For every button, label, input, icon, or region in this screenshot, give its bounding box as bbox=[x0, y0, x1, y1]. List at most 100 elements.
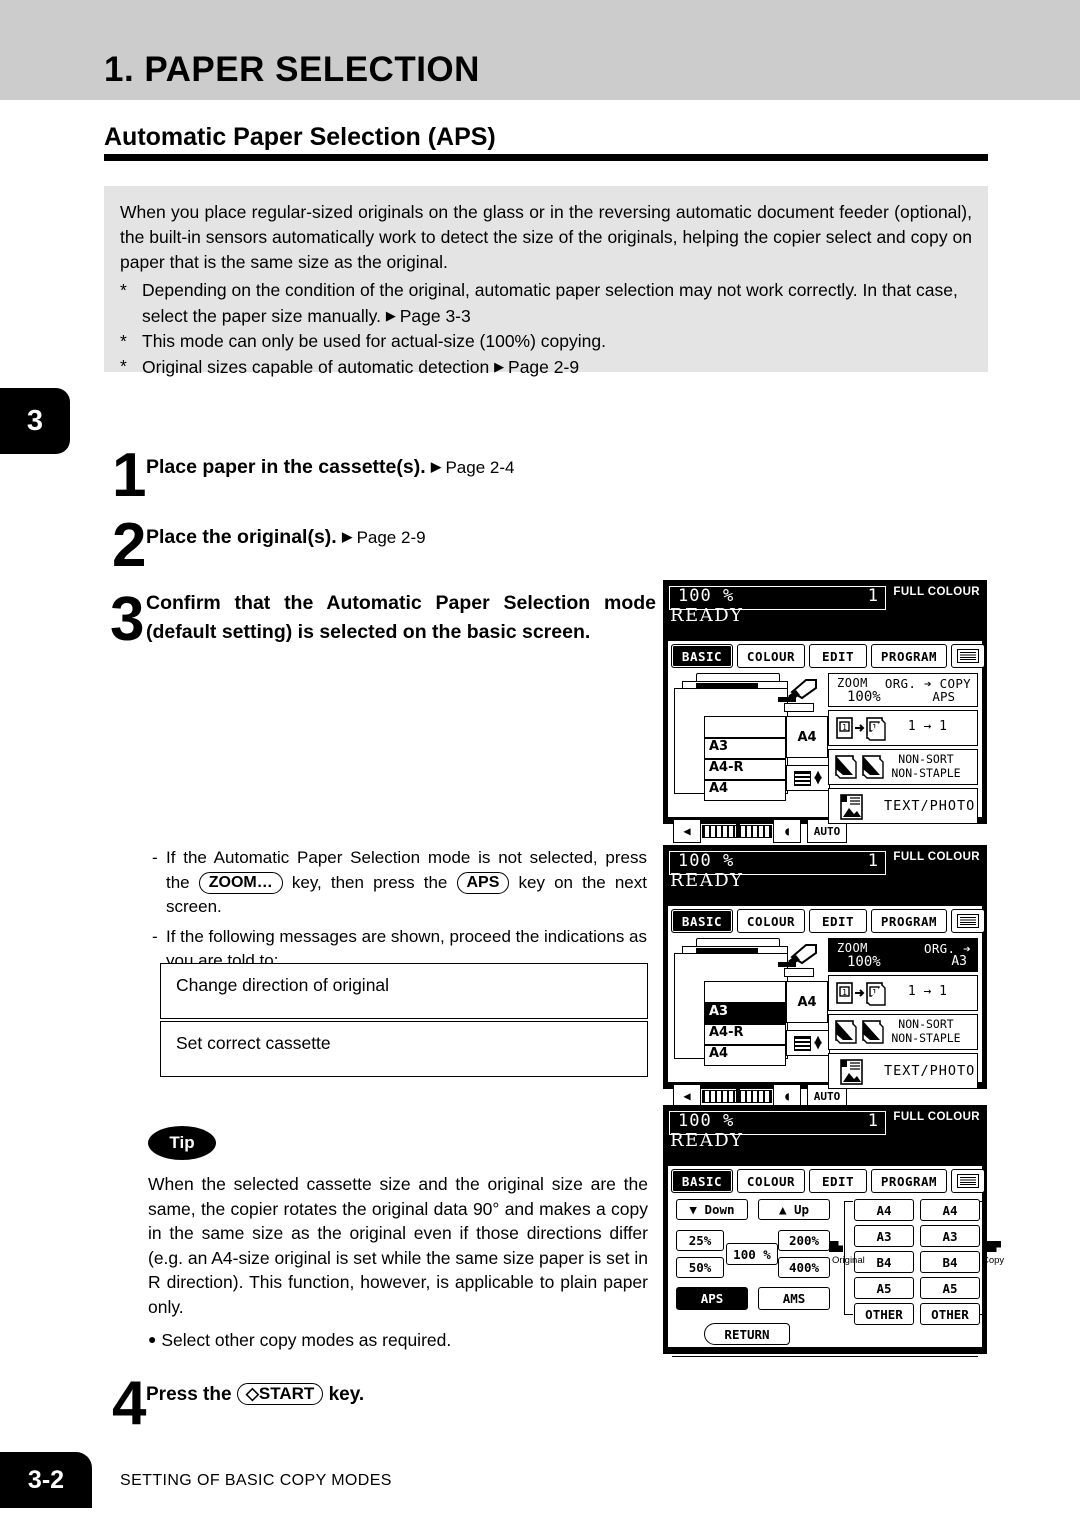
lcd1-tab-program[interactable]: PROGRAM bbox=[871, 644, 947, 668]
lcd-panel-zoom-screen: 100 % 1 FULL COLOUR READY BASIC COLOUR E… bbox=[663, 1105, 1004, 1357]
lcd1-cassette-row-1[interactable]: A3 bbox=[704, 738, 786, 759]
lcd3-ratio-50-button[interactable]: 50% bbox=[676, 1257, 724, 1278]
lcd2-cassette-row-3[interactable]: A4 bbox=[704, 1045, 786, 1066]
asterisk-marker: * bbox=[120, 356, 127, 376]
lcd3-aps-button[interactable]: APS bbox=[676, 1287, 748, 1310]
lcd1-bypass-size[interactable]: A4 bbox=[786, 716, 828, 758]
lcd3-ratio-25-button[interactable]: 25% bbox=[676, 1230, 724, 1251]
lcd1-status-bar: 100 % 1 FULL COLOUR READY bbox=[665, 582, 985, 640]
lcd2-duplex-button[interactable]: 1 1 1 → 1 bbox=[828, 975, 978, 1011]
lcd2-cassette-row-1[interactable]: A3 bbox=[704, 1003, 786, 1024]
lcd2-paper-type-button[interactable]: ▲ ▼ bbox=[786, 1030, 830, 1056]
original-page-icon bbox=[829, 1241, 843, 1252]
arrow-icon: ▶ bbox=[342, 529, 352, 544]
lcd1-org-copy-label: ORG. ➔ COPY bbox=[884, 676, 971, 691]
intro-note-ref: Page 3-3 bbox=[399, 306, 471, 326]
lcd1-cassette-row-3[interactable]: A4 bbox=[704, 780, 786, 801]
lcd1-right-column: ZOOM 100% ORG. ➔ COPY APS 1 1 1 → 1 NON-… bbox=[828, 673, 978, 827]
lcd1-tab-basic[interactable]: BASIC bbox=[671, 644, 733, 668]
lcd2-bypass-size[interactable]: A4 bbox=[786, 981, 828, 1023]
lcd3-size-selection: A4 A3 B4 A5 OTHER A4 A3 B4 A5 OTHER Orig… bbox=[829, 1199, 1004, 1349]
lcd1-finisher-button[interactable]: NON-SORT NON-STAPLE bbox=[828, 749, 978, 785]
lcd3-original-size-0[interactable]: A4 bbox=[854, 1199, 914, 1221]
chapter-index-tab: 3 bbox=[0, 388, 70, 454]
lcd1-finisher-label: NON-SORT NON-STAPLE bbox=[881, 752, 971, 780]
dash-marker: - bbox=[152, 848, 158, 867]
intro-note: * Depending on the condition of the orig… bbox=[120, 278, 972, 329]
intro-note-ref: Page 2-9 bbox=[508, 357, 580, 377]
lcd2-original-mode-label: TEXT/PHOTO bbox=[884, 1063, 976, 1079]
lcd2-status-text: READY bbox=[670, 870, 744, 891]
lcd3-separator bbox=[672, 1356, 978, 1357]
section-rule bbox=[104, 154, 988, 161]
lcd1-paper-type-button[interactable]: ▲ ▼ bbox=[786, 765, 830, 791]
lcd2-tab-basic[interactable]: BASIC bbox=[671, 909, 733, 933]
lcd1-original-mode-button[interactable]: TEXT/PHOTO bbox=[828, 788, 978, 824]
lcd2-tab-row: BASIC COLOUR EDIT PROGRAM bbox=[671, 909, 985, 933]
lcd1-tab-edit[interactable]: EDIT bbox=[809, 644, 867, 668]
lcd2-tab-colour[interactable]: COLOUR bbox=[737, 909, 805, 933]
lcd2-copy-count: 1 bbox=[867, 851, 878, 871]
screen-settings-icon bbox=[957, 914, 979, 928]
lcd3-tab-basic[interactable]: BASIC bbox=[671, 1169, 733, 1193]
lcd3-original-size-4[interactable]: OTHER bbox=[854, 1303, 914, 1325]
lcd1-tab-settings[interactable] bbox=[951, 644, 985, 668]
lcd1-duplex-button[interactable]: 1 1 1 → 1 bbox=[828, 710, 978, 746]
lcd3-return-button[interactable]: RETURN bbox=[704, 1323, 790, 1345]
lcd2-density-pointer-bar bbox=[736, 1089, 740, 1102]
paper-stack-icon bbox=[794, 770, 812, 786]
lcd3-tab-edit[interactable]: EDIT bbox=[809, 1169, 867, 1193]
mid-note-1: - If the Automatic Paper Selection mode … bbox=[152, 846, 647, 920]
step-4-number: 4 bbox=[112, 1369, 147, 1438]
lcd2-tab-settings[interactable] bbox=[951, 909, 985, 933]
lcd2-tab-program[interactable]: PROGRAM bbox=[871, 909, 947, 933]
lcd2-cassette-row-0[interactable] bbox=[704, 981, 786, 1003]
lcd3-ams-button[interactable]: AMS bbox=[758, 1287, 830, 1310]
lcd1-copy-count: 1 bbox=[867, 586, 878, 606]
lcd3-copy-size-3[interactable]: A5 bbox=[920, 1277, 980, 1299]
lcd2-tab-edit[interactable]: EDIT bbox=[809, 909, 867, 933]
lcd1-zoom-paper-button[interactable]: ZOOM 100% ORG. ➔ COPY APS bbox=[828, 673, 978, 707]
lcd1-cassette-row-0[interactable] bbox=[704, 716, 786, 738]
lcd2-finisher-button[interactable]: NON-SORT NON-STAPLE bbox=[828, 1014, 978, 1050]
lcd3-original-size-3[interactable]: A5 bbox=[854, 1277, 914, 1299]
lcd3-tab-colour[interactable]: COLOUR bbox=[737, 1169, 805, 1193]
lcd2-zoom-paper-button[interactable]: ZOOM 100% ORG. ➔ A3 bbox=[828, 938, 978, 972]
lcd2-zoom-label: ZOOM bbox=[837, 941, 868, 955]
lcd3-ratio-400-button[interactable]: 400% bbox=[778, 1257, 830, 1278]
lcd3-copy-size-0[interactable]: A4 bbox=[920, 1199, 980, 1221]
lcd3-ratio-200-button[interactable]: 200% bbox=[778, 1230, 830, 1251]
lcd3-zoom-controls: ▼ Down ▲ Up 25% 50% 100 % 200% 400% APS … bbox=[674, 1199, 849, 1359]
lcd1-tab-colour[interactable]: COLOUR bbox=[737, 644, 805, 668]
zoom-key-chip[interactable]: ZOOM… bbox=[198, 871, 283, 894]
start-key-chip[interactable]: ◇START bbox=[236, 1383, 324, 1405]
up-triangle-icon: ▲ bbox=[778, 1202, 787, 1217]
lcd1-zoom-value: 100% bbox=[847, 689, 881, 705]
dash-marker: - bbox=[152, 926, 158, 946]
lcd1-density-lighter-button[interactable]: ◀ bbox=[673, 819, 701, 843]
lcd1-zoom-label: ZOOM bbox=[837, 676, 868, 690]
lcd3-zoom-percent: 100 % bbox=[678, 1111, 735, 1131]
duplex-1to1-icon: 1 1 bbox=[836, 982, 886, 1006]
lcd3-zoom-up-button[interactable]: ▲ Up bbox=[758, 1199, 830, 1220]
lcd3-ratio-100-button[interactable]: 100 % bbox=[726, 1243, 778, 1265]
lcd2-copier-diagram: A3 A4-R A4 A4 ▲ ▼ bbox=[674, 938, 830, 1078]
lcd3-copy-size-2[interactable]: B4 bbox=[920, 1251, 980, 1273]
lcd3-copy-size-4[interactable]: OTHER bbox=[920, 1303, 980, 1325]
lcd1-cassette-row-2[interactable]: A4-R bbox=[704, 759, 786, 780]
lcd3-original-size-1[interactable]: A3 bbox=[854, 1225, 914, 1247]
aps-key-chip[interactable]: APS bbox=[456, 871, 510, 894]
tip-bullet-text: Select other copy modes as required. bbox=[161, 1330, 452, 1350]
lcd1-paper-mode: APS bbox=[932, 689, 955, 704]
lcd2-original-mode-button[interactable]: TEXT/PHOTO bbox=[828, 1053, 978, 1089]
lcd3-tab-program[interactable]: PROGRAM bbox=[871, 1169, 947, 1193]
lcd3-zoom-down-button[interactable]: ▼ Down bbox=[676, 1199, 748, 1220]
lcd1-density-darker-button[interactable]: ◖ bbox=[773, 819, 801, 843]
lcd2-zoom-percent: 100 % bbox=[678, 851, 735, 871]
paper-stack-icon bbox=[794, 1035, 812, 1051]
lcd3-original-group-label: Original bbox=[832, 1255, 865, 1266]
asterisk-marker: * bbox=[120, 331, 127, 351]
lcd3-copy-size-1[interactable]: A3 bbox=[920, 1225, 980, 1247]
lcd3-tab-settings[interactable] bbox=[951, 1169, 985, 1193]
lcd2-cassette-row-2[interactable]: A4-R bbox=[704, 1024, 786, 1045]
